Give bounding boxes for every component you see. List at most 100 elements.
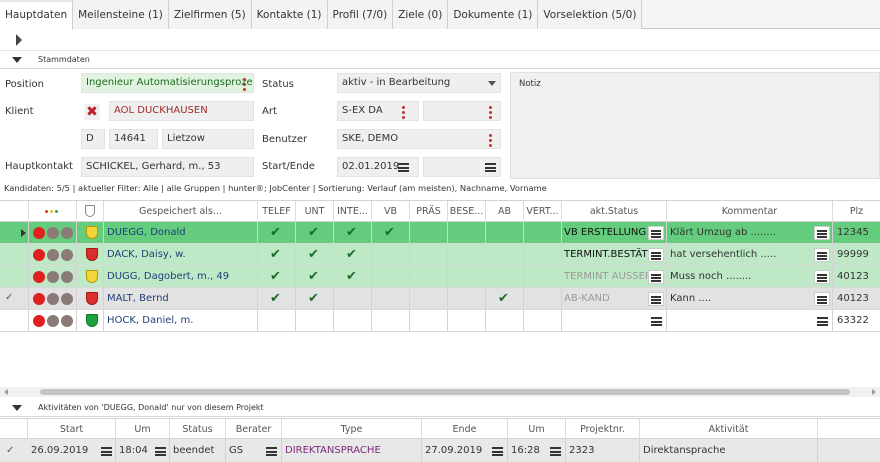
tab-6[interactable]: Dokumente (1) [448,0,539,29]
header-inte[interactable]: INTE... [334,201,372,222]
header-ab[interactable]: AB [486,201,524,222]
header-bese[interactable]: BESE... [448,201,486,222]
position-field[interactable]: Ingenieur Automatisierungsproze [81,73,254,93]
vb-cell[interactable] [372,266,410,287]
menu-lines-icon[interactable] [550,447,561,456]
bese-cell[interactable] [448,244,486,265]
header-plz[interactable]: Plz [833,201,880,222]
vert-cell[interactable] [524,222,562,243]
candidate-name[interactable]: DUEGG, Donald [104,222,258,243]
menu-lines-icon[interactable] [814,292,830,306]
praes-cell[interactable] [410,222,448,243]
header-saved-as[interactable]: Gespeichert als... [104,201,258,222]
vb-cell[interactable] [372,310,410,331]
hauptkontakt-field[interactable]: SCHICKEL, Gerhard, m., 53 [81,157,254,177]
bese-cell[interactable] [448,310,486,331]
header-traffic-light[interactable] [29,201,77,222]
praes-cell[interactable] [410,266,448,287]
header-ende[interactable]: Ende [422,419,508,440]
tab-1[interactable]: Meilensteine (1) [73,0,169,29]
collapse-caret-icon[interactable] [12,57,22,63]
more-menu-icon[interactable] [489,106,492,121]
menu-lines-icon[interactable] [814,270,830,284]
tab-7[interactable]: Vorselektion (5/0) [538,0,643,29]
menu-lines-icon[interactable] [814,248,830,262]
kommentar-cell[interactable]: hat versehentlich ..... [667,244,833,265]
scroll-thumb[interactable] [40,389,850,395]
menu-lines-icon[interactable] [648,226,664,240]
tab-2[interactable]: Zielfirmen (5) [168,0,252,29]
more-menu-icon[interactable] [243,78,246,93]
candidate-name[interactable]: DUGG, Dagobert, m., 49 [104,266,258,287]
kommentar-cell[interactable]: Kann .... [667,288,833,309]
candidate-name[interactable]: HOCK, Daniel, m. [104,310,258,331]
table-row[interactable]: DACK, Daisy, w. ✔ ✔ ✔ TERMINT.BESTÄT hat vers… [0,244,880,266]
ab-cell[interactable] [486,244,524,265]
status-select[interactable]: aktiv - in Bearbeitung [337,73,501,93]
ab-cell[interactable] [486,266,524,287]
remove-icon[interactable]: ✖ [84,104,100,120]
header-um2[interactable]: Um [508,419,566,440]
stammdaten-header[interactable]: Stammdaten [0,51,880,69]
tab-3[interactable]: Kontakte (1) [251,0,328,29]
play-icon[interactable] [16,34,22,46]
table-row[interactable]: HOCK, Daniel, m. 63322 [0,310,880,332]
benutzer-field[interactable]: SKE, DEMO [337,129,501,149]
table-row[interactable]: ✓ MALT, Bernd ✔ ✔ ✔ AB-KAND Kann .... 40123 [0,288,880,310]
header-vb[interactable]: VB [372,201,410,222]
kommentar-cell[interactable] [667,310,833,331]
table-row[interactable]: DUGG, Dagobert, m., 49 ✔ ✔ ✔ TERMINT AUSSER M… [0,266,880,288]
header-kommentar[interactable]: Kommentar [667,201,833,222]
menu-lines-icon[interactable] [648,248,664,262]
header-praes[interactable]: PRÄS [410,201,448,222]
header-telef[interactable]: TELEF [258,201,296,222]
more-menu-icon[interactable] [489,134,492,149]
header-type[interactable]: Type [282,419,422,440]
telef-cell[interactable] [258,310,296,331]
menu-lines-icon[interactable] [648,270,664,284]
menu-lines-icon[interactable] [398,163,409,172]
header-unt[interactable]: UNT [296,201,334,222]
activity-row[interactable]: ✓ 26.09.2019 18:04 beendet GS DIREKTANSP… [0,439,880,462]
header-shield[interactable] [77,201,104,222]
menu-lines-icon[interactable] [492,447,503,456]
inte-cell[interactable] [334,310,372,331]
bese-cell[interactable] [448,288,486,309]
menu-lines-icon[interactable] [155,447,166,456]
unt-cell[interactable] [296,310,334,331]
activities-header[interactable]: Aktivitäten von 'DUEGG, Donald' nur von … [0,399,880,417]
klient-field[interactable]: AOL DUCKHAUSEN [109,101,254,121]
bese-cell[interactable] [448,222,486,243]
menu-lines-icon[interactable] [648,292,664,306]
vert-cell[interactable] [524,266,562,287]
header-status[interactable]: akt.Status [562,201,667,222]
praes-cell[interactable] [410,244,448,265]
country-field[interactable]: D [81,129,105,149]
tab-4[interactable]: Profil (7/0) [327,0,394,29]
ab-cell[interactable] [486,310,524,331]
kommentar-cell[interactable]: Muss noch ........ [667,266,833,287]
menu-lines-icon[interactable] [485,163,496,172]
header-act-status[interactable]: Status [170,419,226,440]
zip-field[interactable]: 14641 [109,129,158,149]
header-aktivitaet[interactable]: Aktivität [640,419,818,440]
notiz-field[interactable]: Notiz [510,72,880,179]
header-vert[interactable]: VERT... [524,201,562,222]
inte-cell[interactable] [334,288,372,309]
vb-cell[interactable] [372,288,410,309]
bese-cell[interactable] [448,266,486,287]
table-row[interactable]: DUEGG, Donald ✔ ✔ ✔ ✔ VB ERSTELLUNG Klärt Umzu… [0,222,880,244]
chevron-down-icon[interactable] [488,81,496,86]
tab-5[interactable]: Ziele (0) [393,0,449,29]
candidate-name[interactable]: DACK, Daisy, w. [104,244,258,265]
city-field[interactable]: Lietzow [162,129,254,149]
vert-cell[interactable] [524,288,562,309]
arrow-right-icon[interactable] [872,389,876,395]
header-start[interactable]: Start [28,419,116,440]
header-berater[interactable]: Berater [226,419,282,440]
vert-cell[interactable] [524,244,562,265]
horizontal-scrollbar[interactable] [0,387,880,397]
menu-lines-icon[interactable] [266,447,277,456]
menu-lines-icon[interactable] [101,447,112,456]
menu-lines-icon[interactable] [817,317,828,326]
